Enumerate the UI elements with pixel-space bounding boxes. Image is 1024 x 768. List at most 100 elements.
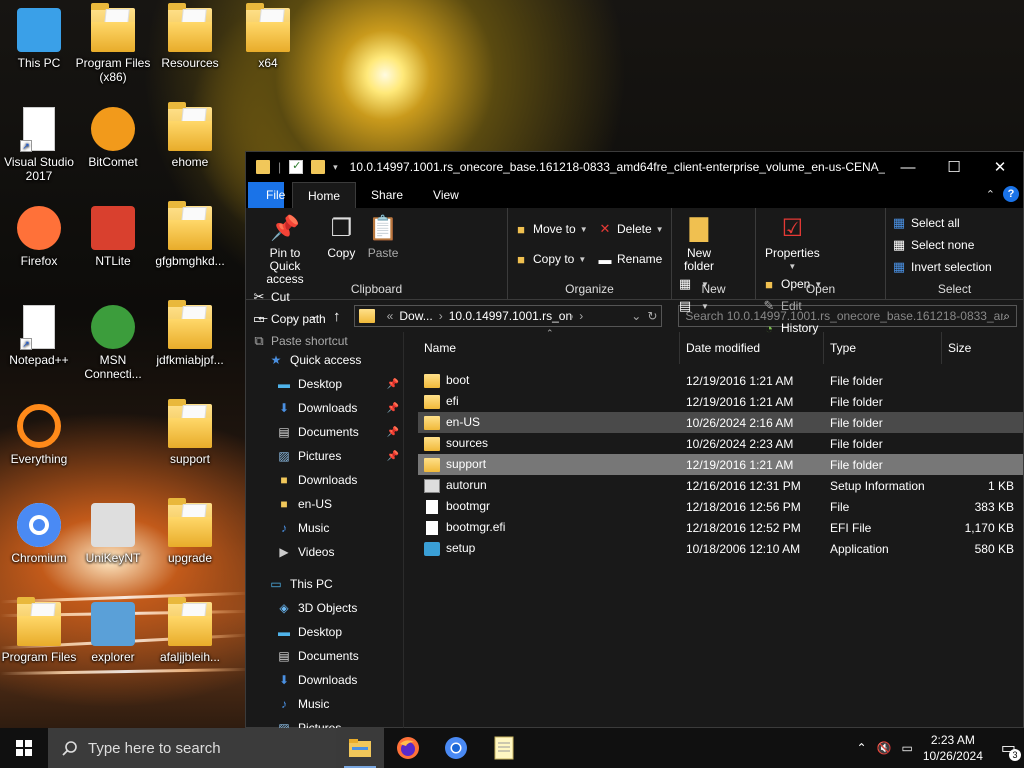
nav-pc-item[interactable]: ♪ Music <box>246 692 403 716</box>
edit-button[interactable]: ✎ Edit <box>761 297 822 315</box>
minimize-button[interactable]: — <box>885 152 931 182</box>
volume-muted-icon[interactable]: 🔇 <box>877 741 892 755</box>
pin-icon[interactable]: 📌 <box>387 427 399 438</box>
clock[interactable]: 2:23 AM 10/26/2024 <box>923 732 983 764</box>
taskbar-file-explorer[interactable] <box>336 728 384 768</box>
title-bar[interactable]: | ▾ 10.0.14997.1001.rs_onecore_base.1612… <box>246 152 1023 182</box>
file-row[interactable]: bootmgr.efi 12/18/2016 12:52 PM EFI File 1,… <box>418 517 1023 538</box>
address-dropdown-icon[interactable]: ⌄ <box>631 309 641 323</box>
desktop-icon-label: x64 <box>258 56 278 70</box>
invert-selection-button[interactable]: ▦ Invert selection <box>891 258 992 276</box>
nav-pc-item[interactable]: ▬ Desktop <box>246 620 403 644</box>
tab-view[interactable]: View <box>418 182 474 208</box>
breadcrumb-downloads[interactable]: Dow... <box>399 309 432 323</box>
nav-quick-item[interactable]: ■ en-US <box>246 492 403 516</box>
videos-icon: ▶ <box>279 545 289 559</box>
file-row[interactable]: support 12/19/2016 1:21 AM File folder <box>418 454 1023 475</box>
desktop-icon-label: Everything <box>10 452 68 466</box>
start-button[interactable] <box>0 728 48 768</box>
help-icon[interactable]: ? <box>1003 186 1019 202</box>
desktop-icon[interactable]: upgrade <box>147 498 233 565</box>
properties-quick-icon[interactable] <box>289 159 304 174</box>
desktop-icon-label: support <box>169 452 211 466</box>
copy-to-button[interactable]: ■ Copy to ▼ <box>513 250 588 268</box>
nav-quick-item[interactable]: ♪ Music <box>246 516 403 540</box>
close-button[interactable]: ✕ <box>977 152 1023 182</box>
documents-icon: ▤ <box>278 425 290 439</box>
delete-button[interactable]: ✕ Delete ▼ <box>597 220 664 238</box>
file-row[interactable]: setup 10/18/2006 12:10 AM Application 580 K… <box>418 538 1023 559</box>
easy-access-button[interactable]: ▤ ▼ <box>677 297 709 315</box>
desktop-icon[interactable]: x64 <box>225 3 311 70</box>
search-box[interactable]: Search 10.0.14997.1001.rs_onecore_base.1… <box>678 305 1017 327</box>
desktop-icon[interactable]: jdfkmiabjpf... <box>147 300 233 367</box>
move-to-button[interactable]: ■ Move to ▼ <box>513 220 588 238</box>
desktop-icon[interactable]: MSN Connecti... <box>70 305 156 381</box>
file-row[interactable]: efi 12/19/2016 1:21 AM File folder <box>418 391 1023 412</box>
pin-icon[interactable]: 📌 <box>387 403 399 414</box>
desktop-icon[interactable]: explorer <box>70 602 156 664</box>
desktop-icon[interactable]: Everything <box>0 404 82 466</box>
desktop-icon[interactable]: UniKeyNT <box>70 503 156 565</box>
file-row[interactable]: boot 12/19/2016 1:21 AM File folder <box>418 370 1023 391</box>
copy-label: Copy <box>327 246 356 260</box>
taskbar-notepad[interactable] <box>480 728 528 768</box>
pin-icon[interactable]: 📌 <box>387 379 399 390</box>
nav-pc-item[interactable]: ▤ Documents <box>246 644 403 668</box>
nav-quick-item[interactable]: ■ Downloads <box>246 468 403 492</box>
nav-quick-access[interactable]: ★ Quick access <box>246 348 403 372</box>
notifications-button[interactable]: ▭ 3 <box>1001 738 1021 761</box>
pin-icon[interactable]: 📌 <box>387 451 399 462</box>
refresh-icon[interactable]: ↻ <box>647 309 657 323</box>
file-row[interactable]: sources 10/26/2024 2:23 AM File folder <box>418 433 1023 454</box>
column-date-modified[interactable]: Date modified <box>680 332 824 364</box>
copy-button[interactable]: ❐ Copy <box>322 212 360 260</box>
nav-quick-item[interactable]: ⬇ Downloads 📌 <box>246 396 403 420</box>
desktop-icon[interactable]: BitComet <box>70 107 156 169</box>
desktop-icon[interactable]: gfgbmghkd... <box>147 201 233 268</box>
tab-home[interactable]: Home <box>292 182 357 208</box>
column-type[interactable]: Type <box>824 332 942 364</box>
desktop-icon[interactable]: Resources <box>147 3 233 70</box>
nav-quick-item[interactable]: ▬ Desktop 📌 <box>246 372 403 396</box>
file-row[interactable]: autorun 12/16/2016 12:31 PM Setup Informat… <box>418 475 1023 496</box>
paste-button[interactable]: 📋 Paste <box>364 212 403 260</box>
maximize-button[interactable]: ☐ <box>931 152 977 182</box>
nav-quick-item[interactable]: ▤ Documents 📌 <box>246 420 403 444</box>
column-size[interactable]: Size <box>942 332 1018 364</box>
desktop-icon[interactable]: Program Files (x86) <box>70 3 156 84</box>
network-icon[interactable]: ▭ <box>901 741 912 755</box>
taskbar-search[interactable]: Type here to search <box>48 728 336 768</box>
nav-pc-item[interactable]: ⬇ Downloads <box>246 668 403 692</box>
desktop-icon[interactable]: ehome <box>147 102 233 169</box>
nav-this-pc[interactable]: ▭ This PC <box>246 572 403 596</box>
tab-share[interactable]: Share <box>356 182 418 208</box>
address-bar[interactable]: « Dow... › 10.0.14997.1001.rs_one... › ⌄… <box>353 305 663 327</box>
desktop-icon[interactable]: afaljjbleih... <box>147 597 233 664</box>
desktop-icon[interactable]: NTLite <box>70 206 156 268</box>
customize-quick-access-icon[interactable]: ▾ <box>333 162 338 173</box>
taskbar-chromium[interactable] <box>432 728 480 768</box>
nav-pc-item[interactable]: ◈ 3D Objects <box>246 596 403 620</box>
rename-button[interactable]: ▬ Rename <box>597 250 664 268</box>
show-hidden-icons-icon[interactable]: ⌃ <box>856 741 866 755</box>
search-input[interactable]: Search 10.0.14997.1001.rs_onecore_base.1… <box>685 309 1003 323</box>
new-folder-button[interactable]: ▇ New folder <box>677 212 721 273</box>
taskbar-firefox[interactable] <box>384 728 432 768</box>
collapse-ribbon-icon[interactable]: ⌃ <box>986 188 995 201</box>
breadcrumb-current[interactable]: 10.0.14997.1001.rs_one... <box>449 309 574 323</box>
select-none-button[interactable]: ▦ Select none <box>891 236 992 254</box>
nav-quick-item[interactable]: ▨ Pictures 📌 <box>246 444 403 468</box>
file-row[interactable]: en-US 10/26/2024 2:16 AM File folder <box>418 412 1023 433</box>
file-row[interactable]: bootmgr 12/18/2016 12:56 PM File 383 KB <box>418 496 1023 517</box>
file-name: bootmgr.efi <box>446 520 506 535</box>
taskbar-search-input[interactable]: Type here to search <box>88 740 221 757</box>
copy-path-button[interactable]: ▭ Copy path <box>251 310 348 328</box>
tab-file[interactable]: File <box>248 182 285 208</box>
new-folder-quick-icon[interactable] <box>311 160 326 174</box>
pin-to-quick-access-button[interactable]: 📌 Pin to Quick access <box>251 212 319 286</box>
desktop-icon[interactable]: support <box>147 399 233 466</box>
select-all-button[interactable]: ▦ Select all <box>891 214 992 232</box>
properties-button[interactable]: ☑ Properties ▼ <box>761 212 824 273</box>
nav-quick-item[interactable]: ▶ Videos <box>246 540 403 564</box>
